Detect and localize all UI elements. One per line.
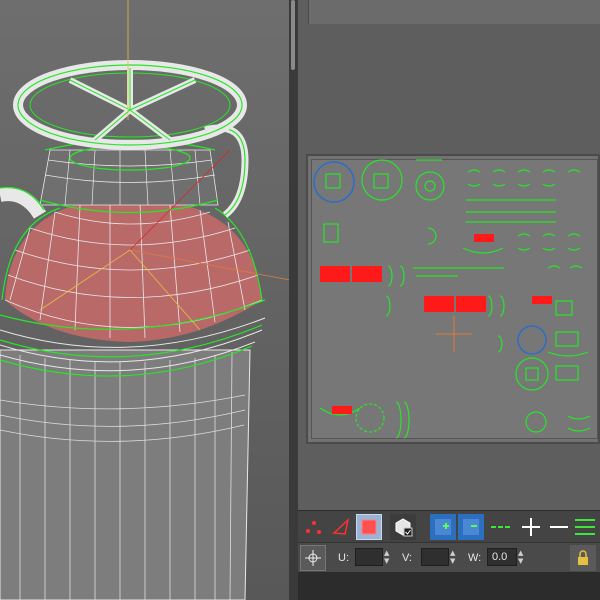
v-label: V: (402, 552, 412, 564)
uv-editor-top-area (308, 0, 600, 24)
editor-footer (298, 572, 600, 600)
uv-islands (313, 159, 591, 439)
pan-icon[interactable] (300, 545, 326, 571)
v-spinner[interactable]: ▲ ▼ (450, 549, 458, 565)
u-label: U: (338, 552, 349, 564)
u-field[interactable] (355, 548, 383, 566)
3d-viewport[interactable] (0, 0, 289, 600)
face-select-icon[interactable] (356, 514, 382, 540)
lock-icon[interactable] (570, 545, 596, 571)
viewport-scrollbar[interactable] (291, 0, 295, 70)
u-spinner[interactable]: ▲ ▼ (384, 549, 392, 565)
w-spinner[interactable]: ▲ ▼ (518, 549, 526, 565)
shrink-selection-icon[interactable] (458, 514, 484, 540)
edge-select-icon[interactable] (328, 514, 354, 540)
w-field[interactable]: 0.0 (487, 548, 517, 566)
ring-select-icon[interactable] (518, 514, 544, 540)
vertex-select-icon[interactable] (300, 514, 326, 540)
uv-canvas[interactable] (306, 154, 600, 444)
panel-divider[interactable] (289, 0, 298, 600)
grow-selection-icon[interactable] (430, 514, 456, 540)
uv-editor-panel: U: ▲ ▼ V: ▲ ▼ W: 0.0 ▲ ▼ (298, 0, 600, 600)
loop-select-icon[interactable] (488, 514, 514, 540)
freeform-icon[interactable] (572, 514, 598, 540)
shrink-loop-icon[interactable] (546, 514, 572, 540)
uv-selection-toolbar (298, 510, 600, 543)
element-select-icon[interactable] (390, 514, 416, 540)
v-field[interactable] (421, 548, 449, 566)
extinguisher-wireframe (0, 0, 289, 600)
uv-coordinate-bar: U: ▲ ▼ V: ▲ ▼ W: 0.0 ▲ ▼ (298, 542, 600, 573)
w-label: W: (468, 552, 482, 564)
